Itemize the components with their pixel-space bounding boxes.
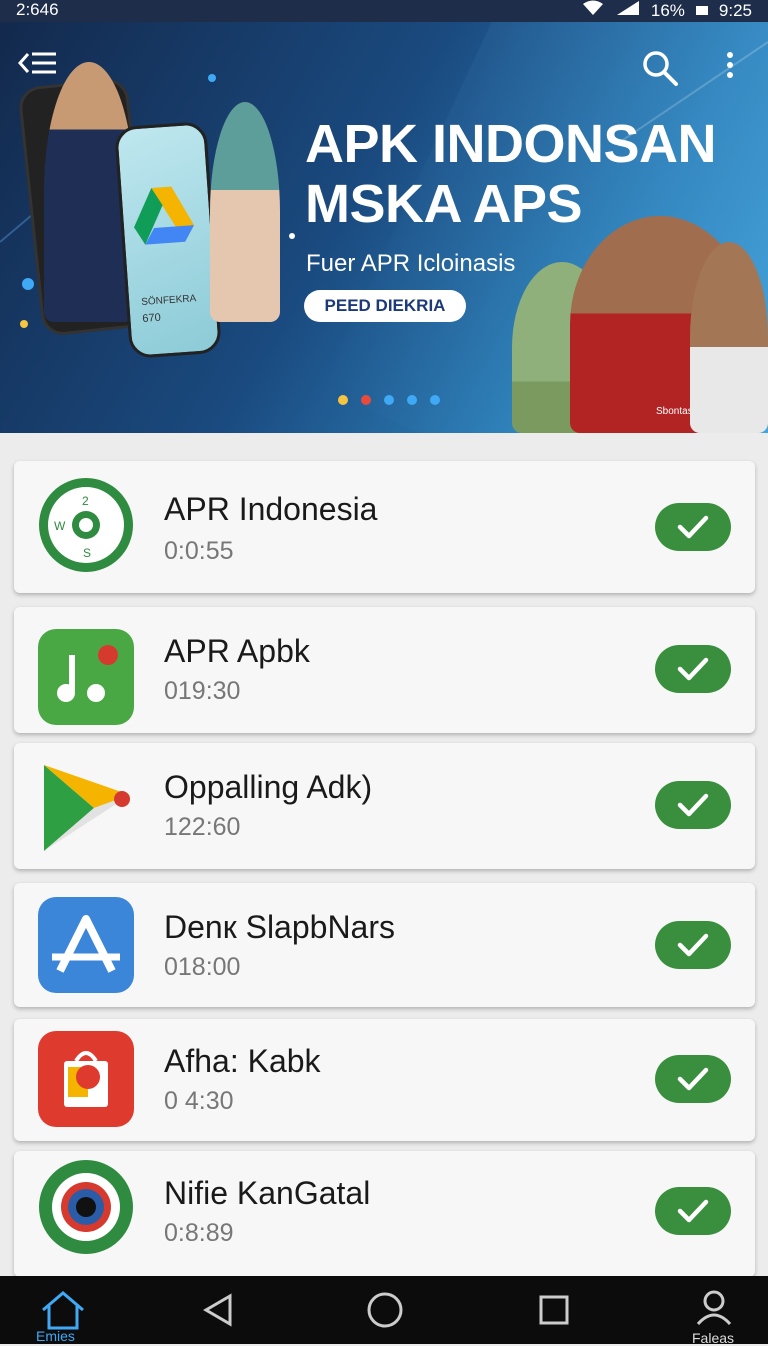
app-name: Denк SlapbNars [164,909,395,945]
svg-text:2: 2 [82,494,89,508]
bottom-nav-bar: Emies Faleas [0,1276,768,1346]
camera-lens-icon [38,1159,134,1255]
checkmark-icon [677,657,709,681]
phone-screen-text: SÖNFEKRA [140,293,197,309]
compass-icon: 2 W S [38,477,134,573]
app-time: 0 4:30 [164,1087,234,1115]
jacket-text: Sbontas [656,406,693,417]
carousel-dots[interactable] [338,395,440,405]
status-clock: 9:25 [718,0,752,20]
back-menu-icon[interactable] [17,48,58,78]
app-name: Oppalling Adk) [164,769,373,805]
music-note-icon [38,629,134,725]
app-name: APR Apbk [164,633,310,669]
checkmark-icon [677,1199,709,1223]
home-circle-icon [367,1292,403,1328]
app-time: 019:30 [164,677,241,705]
nav-back[interactable] [200,1290,236,1335]
app-name: Nifie KanGatal [164,1175,371,1211]
check-button[interactable] [655,645,731,693]
search-icon[interactable] [640,48,680,88]
phone-screen-code: 670 [142,311,162,325]
banner-cta-button[interactable]: PEED DIEKRIA [304,290,466,322]
list-item[interactable]: Nifie KanGatal 0:8:89 [14,1151,755,1277]
nav-profile[interactable] [694,1290,734,1331]
app-store-icon [38,897,134,993]
svg-text:W: W [54,519,66,533]
list-item[interactable]: APR Apbk 019:30 [14,607,755,733]
hero-banner[interactable]: SÖNFEKRA 670 APK INDONSAN MSKA APS Fuer … [0,22,768,433]
check-button[interactable] [655,503,731,551]
banner-title: APK INDONSAN MSKA APS [305,114,717,234]
check-button[interactable] [655,781,731,829]
checkmark-icon [677,793,709,817]
woman-hijab-illustration [210,102,280,322]
more-options-icon[interactable] [718,48,742,88]
battery-percent: 16% [650,0,685,20]
check-button[interactable] [655,1187,731,1235]
carousel-dot[interactable] [338,395,348,405]
app-time: 0:8:89 [164,1219,234,1247]
drive-logo-icon [134,186,195,245]
play-triangle-icon [38,759,134,855]
check-button[interactable] [655,921,731,969]
app-time: 122:60 [164,813,241,841]
app-time: 018:00 [164,953,241,981]
banner-subtitle: Fuer APR Icloinasis [306,250,516,277]
checkmark-icon [677,933,709,957]
nav-home-label: Emies [36,1328,75,1344]
list-item[interactable]: 2 W S APR Indonesia 0:0:55 [14,461,755,593]
man-background-illustration [690,242,768,433]
check-button[interactable] [655,1055,731,1103]
app-name: Afha: Kabk [164,1043,321,1079]
carousel-dot[interactable] [430,395,440,405]
home-icon [42,1291,84,1330]
carousel-dot[interactable] [407,395,417,405]
battery-icon [695,1,709,21]
recents-square-icon [539,1295,569,1325]
wifi-icon [581,0,605,21]
back-triangle-icon [203,1293,232,1327]
carousel-dot[interactable] [384,395,394,405]
status-time: 2:646 [16,0,59,19]
shopping-bag-icon [38,1031,134,1127]
checkmark-icon [677,515,709,539]
list-item[interactable]: Oppalling Adk) 122:60 [14,743,755,869]
app-name: APR Indonesia [164,491,378,527]
app-time: 0:0:55 [164,537,234,565]
list-item[interactable]: Denк SlapbNars 018:00 [14,883,755,1007]
signal-icon [615,0,641,21]
nav-home-circle[interactable] [366,1290,404,1335]
list-item[interactable]: Afha: Kabk 0 4:30 [14,1019,755,1141]
nav-recents[interactable] [536,1290,572,1335]
status-bar: 2:646 16% 9:25 [0,0,768,22]
carousel-dot[interactable] [361,395,371,405]
profile-icon [696,1290,732,1326]
svg-text:S: S [83,546,91,560]
checkmark-icon [677,1067,709,1091]
phone-illustration-front: SÖNFEKRA 670 [114,121,222,359]
